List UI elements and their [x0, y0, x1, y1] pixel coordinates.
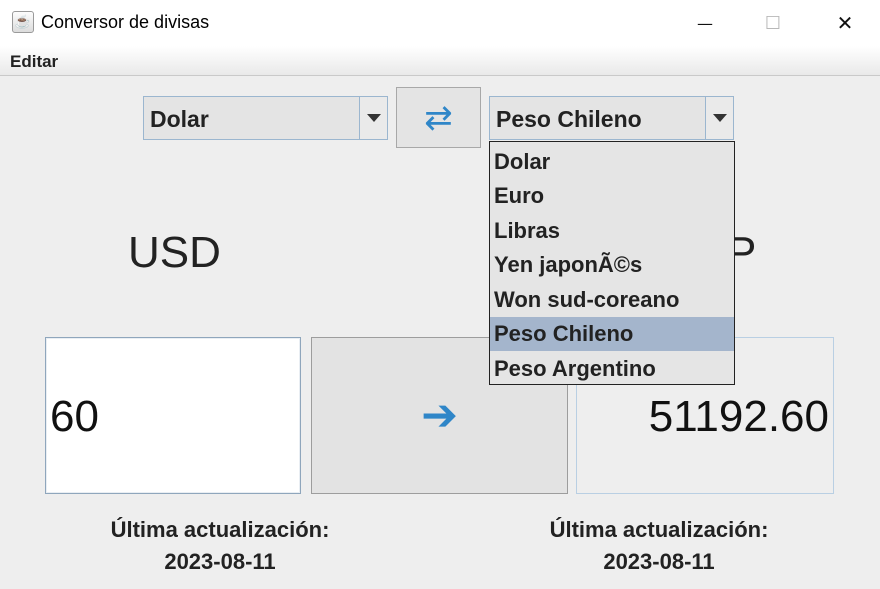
- last-update-to: Última actualización: 2023-08-11: [509, 514, 809, 578]
- swap-arrows-icon: ⇄: [424, 97, 453, 138]
- chevron-down-icon[interactable]: [359, 97, 387, 139]
- from-currency-select[interactable]: Dolar: [143, 96, 388, 140]
- close-button[interactable]: ✕: [822, 0, 868, 46]
- arrow-right-icon: ➔: [421, 390, 458, 441]
- swap-currencies-button[interactable]: ⇄: [396, 87, 481, 148]
- last-update-date: 2023-08-11: [164, 549, 276, 574]
- to-currency-value: Peso Chileno: [496, 106, 642, 132]
- java-app-icon: ☕: [12, 11, 34, 33]
- from-currency-value: Dolar: [150, 106, 209, 132]
- amount-value: 60: [50, 392, 99, 441]
- dropdown-option-selected[interactable]: Peso Chileno: [490, 317, 734, 351]
- last-update-label: Última actualización:: [549, 517, 769, 542]
- dropdown-option[interactable]: Dolar: [490, 145, 734, 179]
- amount-input[interactable]: 60: [45, 337, 301, 494]
- last-update-label: Última actualización:: [110, 517, 330, 542]
- menu-editar[interactable]: Editar: [10, 52, 58, 72]
- menu-bar: [0, 46, 880, 76]
- currency-dropdown-list: Dolar Euro Libras Yen japonÃ©s Won sud-c…: [489, 141, 735, 385]
- window-title: Conversor de divisas: [41, 12, 210, 32]
- last-update-date: 2023-08-11: [603, 549, 715, 574]
- chevron-down-icon[interactable]: [705, 97, 733, 139]
- to-currency-select[interactable]: Peso Chileno: [489, 96, 734, 140]
- maximize-button[interactable]: ☐: [750, 0, 796, 46]
- last-update-from: Última actualización: 2023-08-11: [70, 514, 370, 578]
- result-value: 51192.60: [648, 392, 829, 441]
- from-currency-code: USD: [128, 228, 221, 277]
- dropdown-option[interactable]: Euro: [490, 179, 734, 213]
- minimize-button[interactable]: —: [682, 0, 728, 46]
- dropdown-option[interactable]: Libras: [490, 214, 734, 248]
- dropdown-option[interactable]: Yen japonÃ©s: [490, 248, 734, 282]
- dropdown-option[interactable]: Won sud-coreano: [490, 283, 734, 317]
- dropdown-option[interactable]: Peso Argentino: [490, 352, 734, 386]
